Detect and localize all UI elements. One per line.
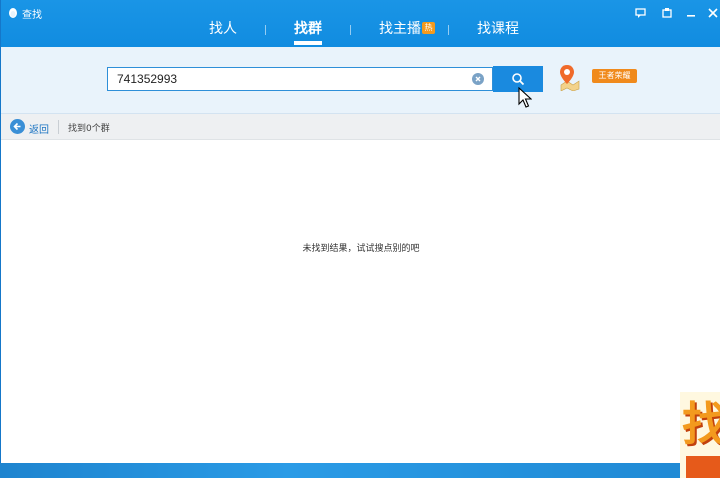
- tab-find-groups[interactable]: 找群: [294, 19, 322, 39]
- penguin-icon: [9, 8, 17, 18]
- titlebar: 查找 找人 找群 找主播 热 找课程: [1, 0, 720, 47]
- tab-find-courses[interactable]: 找课程: [477, 19, 519, 39]
- hot-badge: 热: [422, 22, 435, 34]
- promo-text: 找: [682, 397, 720, 451]
- minimize-icon[interactable]: [685, 7, 697, 19]
- search-icon: [512, 73, 525, 86]
- result-count: 找到0个群: [68, 124, 110, 134]
- close-icon[interactable]: [707, 7, 719, 19]
- search-input[interactable]: 741352993: [107, 67, 493, 91]
- desktop-background: [0, 463, 720, 478]
- search-input-value: 741352993: [117, 72, 178, 86]
- back-label: 返回: [29, 125, 49, 136]
- clear-input-icon[interactable]: [472, 73, 484, 85]
- game-tag[interactable]: 王者荣耀: [592, 69, 637, 83]
- info-bar: 返回 找到0个群: [1, 114, 720, 140]
- promo-decoration: [686, 456, 720, 478]
- tab-separator: [350, 25, 351, 35]
- tab-separator: [265, 25, 266, 35]
- promo-banner: 找: [680, 392, 720, 478]
- back-arrow-icon: [10, 119, 25, 134]
- tab-find-streamers[interactable]: 找主播: [379, 19, 421, 39]
- tab-separator: [448, 25, 449, 35]
- window-title: 查找: [22, 10, 42, 21]
- active-tab-indicator: [294, 41, 322, 45]
- info-divider: [58, 120, 59, 134]
- tab-find-people[interactable]: 找人: [209, 19, 237, 39]
- mouse-cursor-icon: [518, 87, 532, 108]
- feedback-icon[interactable]: [635, 7, 647, 19]
- skin-icon[interactable]: [661, 7, 673, 19]
- empty-results-message: 未找到结果，试试搜点别的吧: [302, 244, 420, 254]
- location-icon[interactable]: [557, 63, 581, 91]
- search-band: 741352993 王者荣耀: [1, 47, 720, 114]
- find-window: 查找 找人 找群 找主播 热 找课程 741352993 王者荣耀 返回 找到0…: [0, 0, 720, 465]
